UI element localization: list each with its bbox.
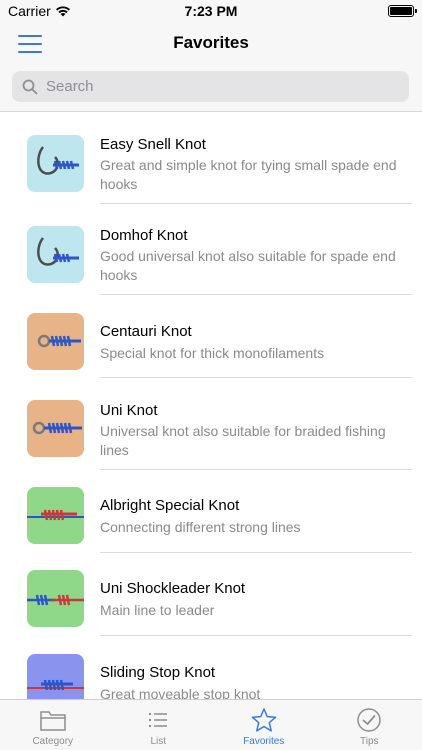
tab-bar: Category List Favorites Tips <box>0 699 422 750</box>
knot-thumbnail <box>27 570 84 627</box>
knot-description: Connecting different strong lines <box>100 519 301 535</box>
search-input[interactable] <box>46 78 386 95</box>
knot-thumbnail <box>27 313 84 370</box>
knot-name: Uni Shockleader Knot <box>100 580 246 597</box>
knot-description: Great moveable stop knot <box>100 686 261 699</box>
knot-thumbnail <box>27 400 84 457</box>
knot-description: Great and simple knot for tying small sp… <box>100 157 397 192</box>
star-icon <box>249 706 279 734</box>
search-bar <box>0 66 422 112</box>
tab-favorites[interactable]: Favorites <box>211 700 317 750</box>
knot-thumbnail <box>27 654 84 699</box>
knot-name: Uni Knot <box>100 402 158 419</box>
tab-label: Category <box>32 736 74 747</box>
knot-thumbnail <box>27 487 84 544</box>
list-item[interactable]: Uni Shockleader Knot Main line to leader <box>0 553 422 636</box>
search-icon <box>22 79 38 94</box>
knot-thumbnail <box>27 226 84 283</box>
page-title: Favorites <box>173 33 249 52</box>
battery-icon <box>388 5 417 17</box>
knot-name: Easy Snell Knot <box>100 136 206 153</box>
status-time: 7:23 PM <box>184 3 238 19</box>
search-field[interactable] <box>12 71 409 102</box>
list-item[interactable]: Centauri Knot Special knot for thick mon… <box>0 295 422 378</box>
list-icon <box>143 706 173 734</box>
knot-description: Special knot for thick monofilaments <box>100 345 325 361</box>
status-bar: Carrier 7:23 PM <box>0 0 422 22</box>
knot-description: Universal knot also suitable for braided… <box>100 423 386 458</box>
list-item[interactable]: Albright Special Knot Connecting differe… <box>0 470 422 553</box>
navigation-bar: Favorites <box>0 22 422 66</box>
tab-tips[interactable]: Tips <box>317 700 422 750</box>
tab-label: Tips <box>359 736 379 747</box>
tab-label: Favorites <box>243 736 285 747</box>
knot-name: Albright Special Knot <box>100 497 240 514</box>
knot-thumbnail <box>27 135 84 192</box>
list-item[interactable]: Sliding Stop Knot Great moveable stop kn… <box>0 636 422 699</box>
tab-label: List <box>150 736 167 747</box>
favorites-list: Easy Snell Knot Great and simple knot fo… <box>0 113 422 699</box>
tab-list[interactable]: List <box>106 700 212 750</box>
list-item[interactable]: Domhof Knot Good universal knot also sui… <box>0 204 422 295</box>
list-item[interactable]: Uni Knot Universal knot also suitable fo… <box>0 378 422 470</box>
folder-icon <box>38 706 68 734</box>
knot-description: Main line to leader <box>100 602 215 618</box>
knot-name: Domhof Knot <box>100 227 188 244</box>
tab-category[interactable]: Category <box>0 700 106 750</box>
list-item[interactable]: Easy Snell Knot Great and simple knot fo… <box>0 113 422 204</box>
knot-description: Good universal knot also suitable for sp… <box>100 248 396 283</box>
knot-name: Sliding Stop Knot <box>100 664 216 681</box>
knot-name: Centauri Knot <box>100 323 192 340</box>
checkmark-circle-icon <box>354 706 384 734</box>
